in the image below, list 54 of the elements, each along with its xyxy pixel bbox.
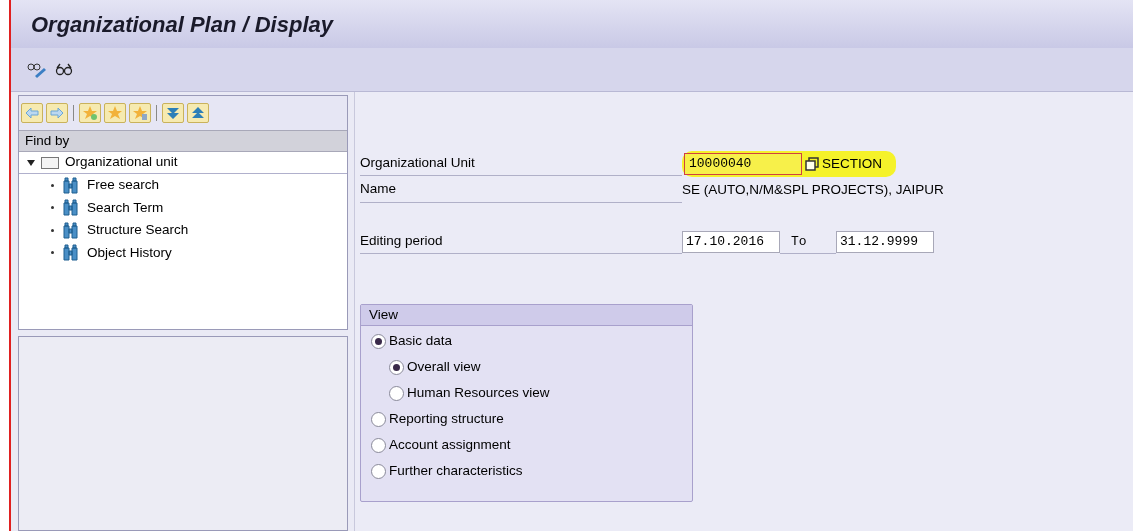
expand-all-button[interactable] (162, 103, 184, 123)
tree-item[interactable]: Structure Search (87, 220, 189, 241)
radio-button[interactable] (371, 411, 386, 427)
radio-button[interactable] (371, 463, 386, 479)
tree-item[interactable]: Object History (87, 242, 172, 263)
collapse-all-button[interactable] (187, 103, 209, 123)
star-plus-icon (82, 105, 98, 121)
name-value: SE (AUTO,N/M&SPL PROJECTS), JAIPUR (682, 180, 944, 199)
binoculars-icon (62, 176, 79, 194)
option-label: Overall view (407, 357, 481, 376)
bullet-icon (51, 251, 54, 255)
option-label: Basic data (389, 331, 453, 350)
double-up-arrow-icon (191, 106, 205, 120)
binoculars-icon (62, 244, 79, 262)
favorite-button[interactable] (104, 103, 126, 123)
date-field[interactable]: 31.12.9999 (836, 231, 934, 253)
left-arrow-icon (25, 107, 39, 119)
tree-item[interactable]: Search Term (87, 197, 164, 218)
right-arrow-icon (50, 107, 64, 119)
object-type-text: SECTION (822, 154, 882, 173)
column-header: Find by (19, 130, 347, 152)
copy-icon[interactable] (805, 157, 819, 171)
option-label: Reporting structure (389, 409, 504, 428)
bullet-icon (51, 206, 54, 210)
field-label: Name (360, 177, 682, 203)
binoculars-icon (62, 221, 79, 239)
back-button[interactable] (21, 103, 43, 123)
field-label: Editing period (360, 230, 682, 254)
tree-item[interactable]: Free search (87, 175, 160, 196)
radio-button[interactable] (371, 333, 386, 349)
delete-favorite-button[interactable] (129, 103, 151, 123)
expand-arrow-icon[interactable] (27, 158, 35, 167)
date-field[interactable]: 17.10.2016 (682, 231, 780, 253)
glasses-icon[interactable] (55, 62, 73, 77)
bullet-icon (51, 183, 54, 187)
tree-item[interactable]: Organizational unit (65, 152, 178, 173)
input-field[interactable]: 10000040 (684, 153, 802, 175)
glasses-pencil-icon[interactable] (27, 61, 47, 78)
radio-button[interactable] (371, 437, 386, 453)
radio-button[interactable] (389, 385, 404, 401)
forward-button[interactable] (46, 103, 68, 123)
bullet-icon (51, 228, 54, 232)
add-favorite-button[interactable] (79, 103, 101, 123)
option-label: Account assignment (389, 435, 511, 454)
group-title: View (361, 305, 692, 326)
radio-button[interactable] (389, 359, 404, 375)
star-icon (107, 105, 123, 121)
double-down-arrow-icon (166, 106, 180, 120)
option-label: Human Resources view (407, 383, 550, 402)
option-label: Further characteristics (389, 461, 523, 480)
star-trash-icon (132, 105, 148, 121)
field-label: Organizational Unit (360, 152, 682, 176)
binoculars-icon (62, 199, 79, 217)
window-title: Organizational Plan / Display (31, 10, 333, 39)
